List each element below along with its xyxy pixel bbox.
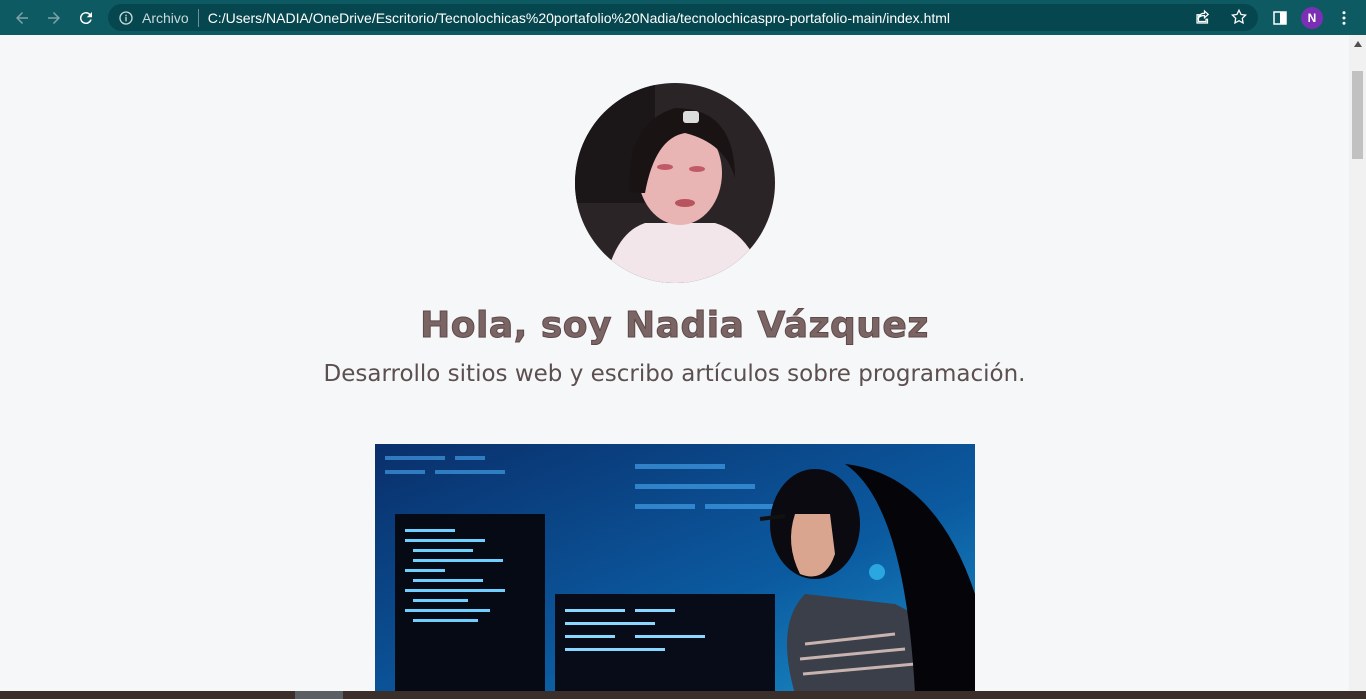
more-vert-icon (1342, 10, 1346, 25)
page-subtitle: Desarrollo sitios web y escribo artículo… (323, 361, 1026, 387)
forward-arrow-icon (48, 11, 60, 24)
reload-icon (79, 11, 92, 24)
back-button[interactable] (6, 2, 38, 34)
browser-toolbar: Archivo C:/Users/NADIA/OneDrive/Escritor… (0, 0, 1366, 35)
back-arrow-icon (16, 11, 28, 24)
info-icon[interactable] (118, 10, 134, 26)
taskbar-strip (0, 691, 1366, 699)
taskbar-segment (295, 691, 343, 699)
reload-button[interactable] (70, 2, 102, 34)
page-title: Hola, soy Nadia Vázquez (420, 305, 929, 347)
address-scheme-label: Archivo (142, 9, 189, 26)
vertical-scrollbar[interactable] (1349, 35, 1366, 691)
scroll-up-icon[interactable] (1349, 35, 1366, 52)
toolbar-right: N (1264, 0, 1366, 35)
side-panel-icon (1273, 10, 1287, 25)
avatar: N (1301, 6, 1323, 29)
address-actions (1194, 8, 1248, 26)
menu-button[interactable] (1328, 2, 1360, 34)
profile-photo (575, 83, 775, 283)
address-url[interactable]: C:/Users/NADIA/OneDrive/Escritorio/Tecno… (208, 10, 950, 26)
share-icon[interactable] (1194, 8, 1212, 26)
profile-button[interactable]: N (1296, 2, 1328, 34)
address-divider (197, 8, 199, 27)
star-icon[interactable] (1230, 8, 1248, 26)
page-viewport: Hola, soy Nadia Vázquez Desarrollo sitio… (0, 35, 1349, 691)
side-panel-button[interactable] (1264, 2, 1296, 34)
address-bar[interactable]: Archivo C:/Users/NADIA/OneDrive/Escritor… (108, 4, 1258, 31)
scrollbar-thumb[interactable] (1352, 71, 1363, 159)
hero-image (375, 444, 975, 691)
forward-button[interactable] (38, 2, 70, 34)
